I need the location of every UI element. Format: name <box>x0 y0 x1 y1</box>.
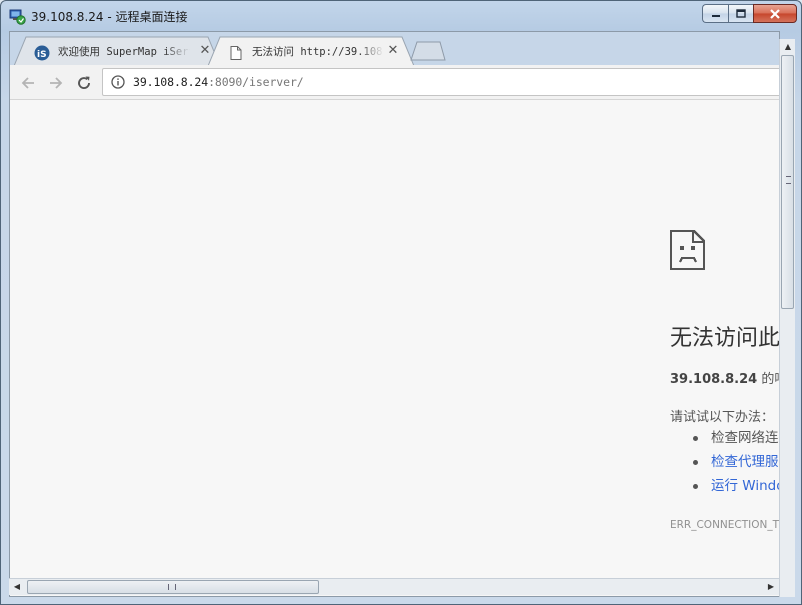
tab-supermap[interactable]: iS 欢迎使用 SuperMap iServer ✕ <box>14 36 220 66</box>
supermap-icon: iS <box>34 45 50 61</box>
suggestion-check-proxy-link[interactable]: 检查代理服务器和防火墙 <box>693 452 779 476</box>
url-path: :8090/iserver/ <box>208 75 304 89</box>
tab-close-icon[interactable]: ✕ <box>386 44 400 58</box>
horizontal-scroll-thumb[interactable] <box>27 580 319 594</box>
address-bar[interactable]: 39.108.8.24:8090/iserver/ <box>102 68 779 96</box>
scroll-up-icon[interactable]: ▲ <box>780 39 796 55</box>
tab-error-page[interactable]: 无法访问 http://39.108.8.24:8090/iserver/ ✕ <box>208 36 414 66</box>
info-icon[interactable] <box>111 75 125 89</box>
close-button[interactable] <box>753 4 797 23</box>
page-content: 无法访问此网站 39.108.8.24 的响应时间过长。 请试试以下办法： 检查… <box>10 100 780 578</box>
error-host-suffix: 的响应时间过长。 <box>761 372 779 387</box>
remote-desktop-window: 39.108.8.24 - 远程桌面连接 iS 欢迎使用 SuperMap iS… <box>0 0 802 605</box>
grip-icon <box>786 176 791 184</box>
restore-icon <box>736 9 746 18</box>
vertical-scroll-thumb[interactable] <box>781 55 794 309</box>
tab-title: 无法访问 http://39.108.8.24:8090/iserver/ <box>252 46 384 58</box>
scroll-left-icon[interactable]: ◀ <box>9 579 25 595</box>
suggestion-list: 检查网络连接 检查代理服务器和防火墙 运行 Windows 网络诊断 <box>693 428 779 500</box>
window-titlebar[interactable]: 39.108.8.24 - 远程桌面连接 <box>1 1 801 31</box>
svg-text:iS: iS <box>37 50 47 60</box>
window-title: 39.108.8.24 - 远程桌面连接 <box>31 10 188 24</box>
forward-arrow-icon[interactable] <box>47 74 65 92</box>
browser-window: iS 欢迎使用 SuperMap iServer ✕ 无法访问 http://3… <box>9 31 780 597</box>
document-icon <box>230 46 242 60</box>
error-host: 39.108.8.24 <box>670 372 758 387</box>
grip-icon <box>168 584 176 590</box>
window-controls <box>702 4 797 24</box>
url-host: 39.108.8.24 <box>133 75 209 89</box>
new-tab-button[interactable] <box>410 41 446 61</box>
minimize-icon <box>711 14 720 17</box>
suggestion-run-diagnostics-link[interactable]: 运行 Windows 网络诊断 <box>693 476 779 500</box>
close-icon <box>770 8 780 19</box>
remote-desktop-icon <box>9 9 26 25</box>
url-text: 39.108.8.24:8090/iserver/ <box>133 75 304 89</box>
error-title: 无法访问此网站 <box>670 326 780 351</box>
try-heading: 请试试以下办法： <box>670 410 775 425</box>
tab-strip: iS 欢迎使用 SuperMap iServer ✕ 无法访问 http://3… <box>10 32 779 66</box>
tab-title: 欢迎使用 SuperMap iServer <box>58 46 190 58</box>
error-code: ERR_CONNECTION_TIMED_OUT <box>670 519 780 531</box>
suggestion-check-network: 检查网络连接 <box>693 428 779 452</box>
vertical-scrollbar[interactable]: ▲ <box>779 39 795 597</box>
restore-button[interactable] <box>728 4 753 23</box>
back-arrow-icon[interactable] <box>19 74 37 92</box>
scroll-right-icon[interactable]: ▶ <box>763 579 779 595</box>
error-description: 39.108.8.24 的响应时间过长。 <box>670 368 779 387</box>
horizontal-scrollbar[interactable]: ◀ ▶ <box>9 578 779 595</box>
reload-icon[interactable] <box>75 74 93 92</box>
browser-toolbar: 39.108.8.24:8090/iserver/ <box>10 65 779 100</box>
minimize-button[interactable] <box>702 4 728 23</box>
sad-document-icon <box>670 230 706 270</box>
